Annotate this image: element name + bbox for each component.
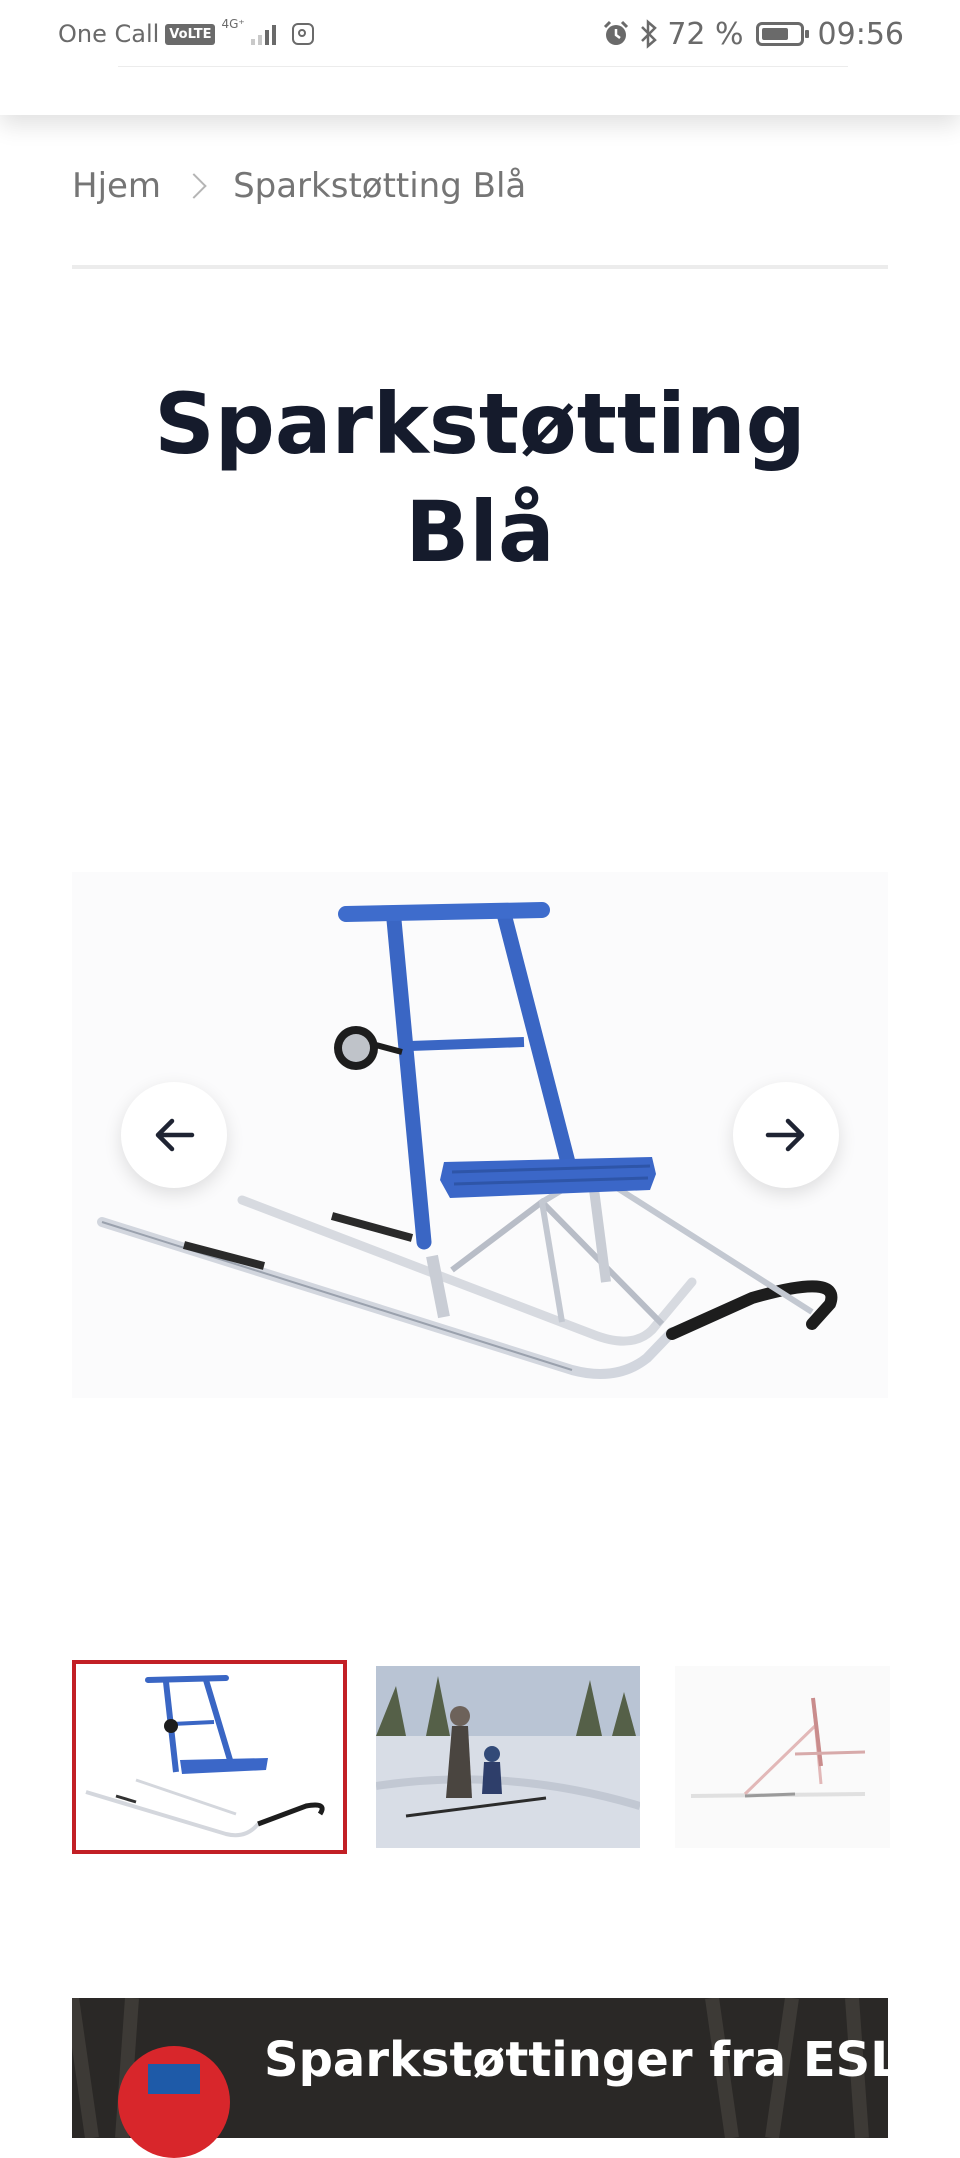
network-type: 4G⁺ [221,17,245,31]
breadcrumb-home-link[interactable]: Hjem [72,166,161,206]
channel-logo [118,2046,230,2158]
gallery-next-button[interactable] [733,1082,839,1188]
breadcrumb-current: Sparkstøtting Blå [233,166,527,206]
volte-badge: VoLTE [165,23,216,45]
arrow-left-icon [155,1118,195,1152]
alarm-icon [604,20,629,45]
battery-icon [755,22,809,46]
instagram-icon [291,23,314,45]
signal-icon [250,23,276,45]
breadcrumb: Hjem Sparkstøtting Blå [72,166,526,206]
arrow-right-icon [765,1118,805,1152]
status-right: 72 % 09:56 [601,14,904,54]
thumbnail-1-selected[interactable] [72,1660,347,1854]
carrier-label: One Call [58,20,160,48]
breadcrumb-divider [72,265,888,269]
clock: 09:56 [817,16,904,52]
product-title: Sparkstøtting Blå [154,375,806,581]
gallery-prev-button[interactable] [121,1082,227,1188]
status-divider [118,66,848,67]
bluetooth-icon [641,19,658,49]
thumbnail-2[interactable] [376,1666,640,1848]
status-left: One Call VoLTE 4G⁺ [58,14,314,54]
chevron-right-icon [181,173,207,199]
battery-percent: 72 % [667,16,744,52]
thumbnail-kicksled-image [85,1675,325,1838]
thumbnail-winter-photo [376,1666,640,1848]
thumbnail-3[interactable] [675,1666,890,1848]
thumbnail-red-kicksled-image [690,1697,866,1798]
status-bar: One Call VoLTE 4G⁺ 72 % 09:56 [0,0,960,115]
